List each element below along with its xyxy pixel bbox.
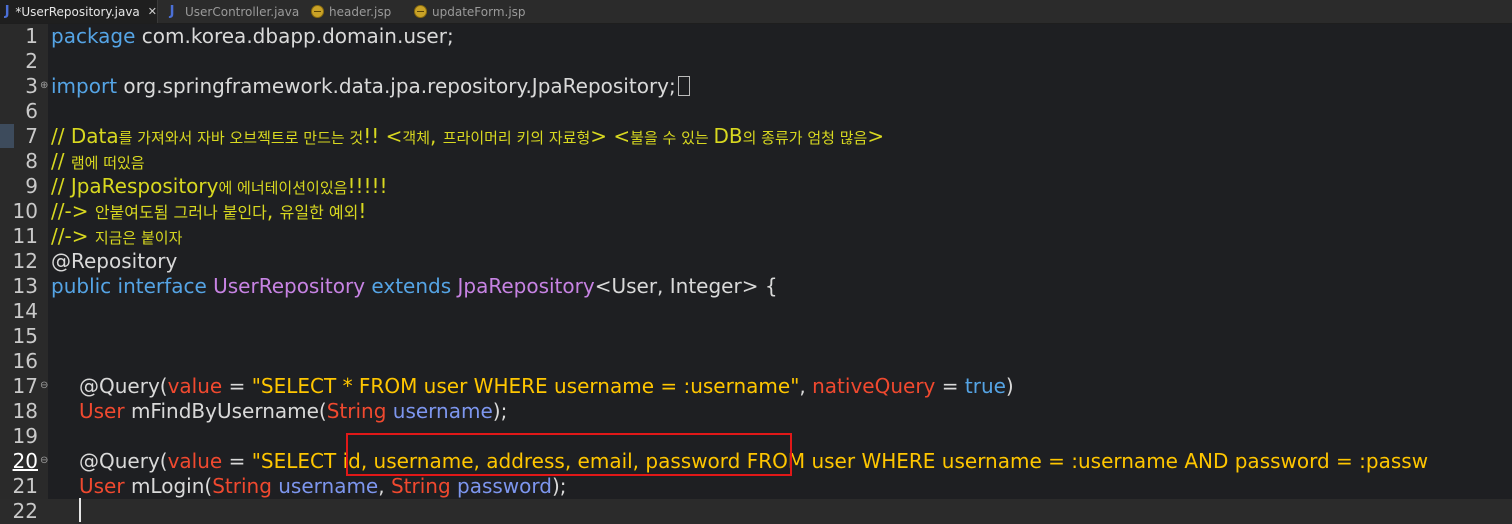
line-number: 7: [25, 124, 38, 148]
comment: // JpaRespository에 에너테이션이있음!!!!!: [51, 174, 388, 198]
tab-user-controller[interactable]: J UserController.java: [160, 0, 303, 23]
fold-expand-icon[interactable]: ⊕: [40, 80, 48, 91]
code-line: 9 // JpaRespository에 에너테이션이있음!!!!!: [0, 174, 1512, 199]
line-number: 18: [12, 399, 38, 423]
current-code-line: 22: [0, 499, 1512, 524]
code-line: 1 package com.korea.dbapp.domain.user;: [0, 24, 1512, 49]
line-number: 13: [12, 274, 38, 298]
annotation: @Repository: [51, 249, 178, 273]
folded-imports-icon[interactable]: [677, 76, 690, 96]
code-line: 13 public interface UserRepository exten…: [0, 274, 1512, 299]
line-number: 21: [12, 474, 38, 498]
line-number: 15: [12, 324, 38, 348]
code-line: 10 //-> 안붙여도됨 그러나 붙인다, 유일한 예외!: [0, 199, 1512, 224]
highlight-annotation-box: [346, 433, 792, 476]
tab-label: header.jsp: [329, 4, 392, 19]
line-number: 1: [25, 24, 38, 48]
line-number: 8: [25, 149, 38, 173]
code-line: 7 // Data를 가져와서 자바 오브젝트로 만드는 것!! <객체, 프라…: [0, 124, 1512, 149]
line-number: 12: [12, 249, 38, 273]
tab-label: UserController.java: [185, 4, 300, 19]
code-editor[interactable]: 1 package com.korea.dbapp.domain.user; 2…: [0, 24, 1512, 524]
keyword: import: [51, 74, 118, 98]
comment: //-> 지금은 붙이자: [51, 224, 183, 248]
text-caret: [79, 498, 81, 522]
tab-label: *UserRepository.java: [15, 4, 140, 19]
tab-update-form-jsp[interactable]: updateForm.jsp: [410, 0, 545, 23]
tab-label: updateForm.jsp: [432, 4, 526, 19]
code-line: 3 ⊕ import org.springframework.data.jpa.…: [0, 74, 1512, 99]
comment: // 램에 떠있음: [51, 149, 145, 173]
line-number: 16: [12, 349, 38, 373]
line-number: 19: [12, 424, 38, 448]
comment: // Data를 가져와서 자바 오브젝트로 만드는 것!! <객체, 프라이머…: [51, 124, 885, 148]
code-line: 8 // 램에 떠있음: [0, 149, 1512, 174]
line-number: 9: [25, 174, 38, 198]
code-text: org.springframework.data.jpa.repository.…: [117, 74, 676, 98]
tab-user-repository[interactable]: J *UserRepository.java ✕: [0, 0, 158, 23]
code-line: 6: [0, 99, 1512, 124]
code-line: 11 //-> 지금은 붙이자: [0, 224, 1512, 249]
code-text: com.korea.dbapp.domain.user;: [135, 24, 454, 48]
line-number: 10: [12, 199, 38, 223]
jsp-file-icon: [414, 5, 427, 18]
java-file-icon: J: [169, 4, 175, 19]
fold-collapse-icon[interactable]: ⊖: [40, 455, 48, 466]
code-line: 2: [0, 49, 1512, 74]
comment: //-> 안붙여도됨 그러나 붙인다, 유일한 예외!: [51, 199, 367, 223]
code-line: 16: [0, 349, 1512, 374]
close-icon[interactable]: ✕: [148, 5, 157, 18]
line-number: 17: [12, 374, 38, 398]
line-number: 20: [12, 449, 38, 473]
code-line: 18 User mFindByUsername(String username)…: [0, 399, 1512, 424]
code-line: 15: [0, 324, 1512, 349]
line-number: 6: [25, 99, 38, 123]
line-number: 2: [25, 49, 38, 73]
fold-collapse-icon[interactable]: ⊖: [40, 380, 48, 391]
line-number: 3: [25, 74, 38, 98]
line-number: 11: [12, 224, 38, 248]
code-line: 14: [0, 299, 1512, 324]
code-line: 17 ⊖ @Query(value = "SELECT * FROM user …: [0, 374, 1512, 399]
editor-tab-bar: J *UserRepository.java ✕ J UserControlle…: [0, 0, 1512, 24]
keyword: package: [51, 24, 136, 48]
line-number: 14: [12, 299, 38, 323]
line-number: 22: [12, 499, 38, 523]
jsp-file-icon: [311, 5, 324, 18]
java-file-icon: J: [4, 4, 10, 19]
code-line: 12 @Repository: [0, 249, 1512, 274]
code-line: 21 User mLogin(String username, String p…: [0, 474, 1512, 499]
tab-header-jsp[interactable]: header.jsp: [307, 0, 409, 23]
